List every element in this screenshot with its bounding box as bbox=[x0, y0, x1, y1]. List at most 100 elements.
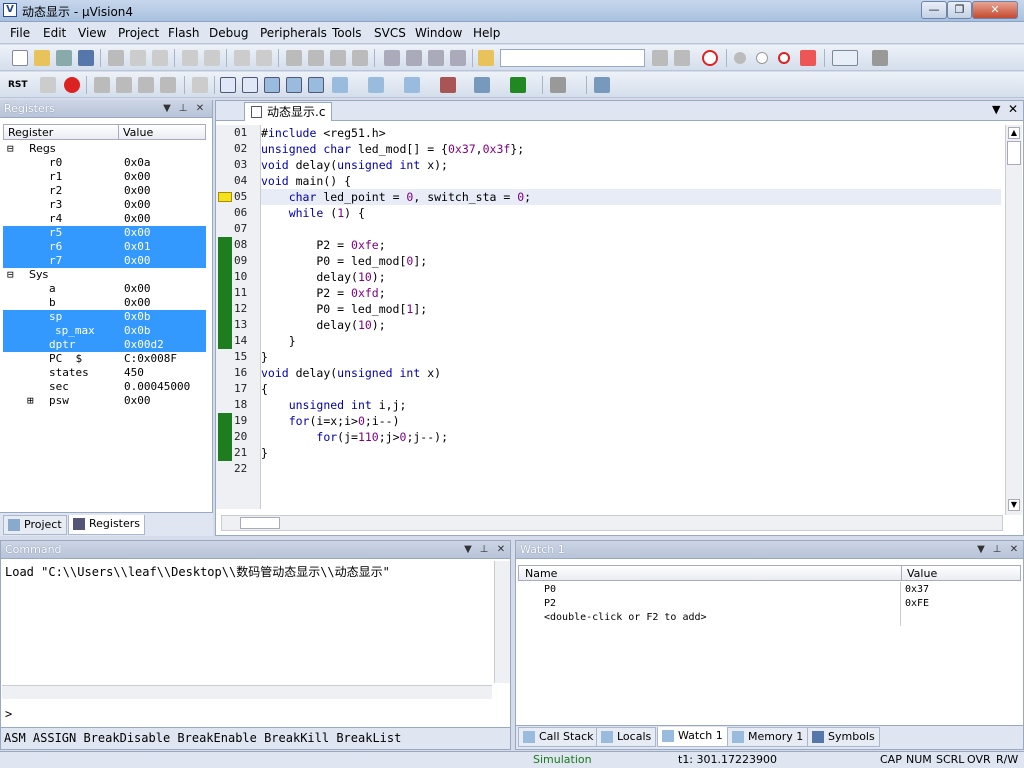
step-over-icon[interactable] bbox=[116, 77, 132, 93]
register-row[interactable]: dptr 0x00d2 bbox=[3, 338, 206, 352]
comment-icon[interactable] bbox=[428, 50, 444, 66]
maximize-button[interactable]: ❐ bbox=[947, 1, 972, 19]
code-line[interactable]: while (1) { bbox=[261, 205, 1001, 221]
register-row[interactable]: PC $ C:0x008F bbox=[3, 352, 206, 366]
bookmark-next-icon[interactable] bbox=[330, 50, 346, 66]
register-row[interactable]: r0 0x0a bbox=[3, 156, 206, 170]
register-row[interactable]: states 450 bbox=[3, 366, 206, 380]
panel-dropdown-icon[interactable]: ▼ bbox=[974, 541, 988, 559]
code-line[interactable] bbox=[261, 461, 1001, 477]
tab-registers[interactable]: Registers bbox=[68, 515, 146, 535]
menu-tools[interactable]: Tools bbox=[332, 26, 362, 40]
window-layout-icon[interactable] bbox=[832, 50, 858, 66]
minimize-button[interactable]: — bbox=[921, 1, 947, 19]
watch-name-column-header[interactable]: Name bbox=[525, 567, 557, 580]
breakpoint-kill-all-icon[interactable] bbox=[800, 50, 816, 66]
register-row[interactable]: a 0x00 bbox=[3, 282, 206, 296]
panel-dropdown-icon[interactable]: ▼ bbox=[160, 100, 174, 118]
nav-forward-icon[interactable] bbox=[256, 50, 272, 66]
register-row[interactable]: r4 0x00 bbox=[3, 212, 206, 226]
value-column-header[interactable]: Value bbox=[123, 126, 153, 139]
command-horizontal-scrollbar[interactable] bbox=[2, 685, 492, 699]
code-line[interactable]: unsigned char led_mod[] = {0x37,0x3f}; bbox=[261, 141, 1001, 157]
code-line[interactable]: delay(10); bbox=[261, 269, 1001, 285]
symbols-window-icon[interactable] bbox=[264, 77, 280, 93]
disassembly-window-icon[interactable] bbox=[242, 77, 258, 93]
step-out-icon[interactable] bbox=[138, 77, 154, 93]
code-line[interactable]: #include <reg51.h> bbox=[261, 125, 1001, 141]
memory-windows-icon[interactable] bbox=[368, 77, 384, 93]
watch-value-column-header[interactable]: Value bbox=[907, 567, 937, 580]
analysis-windows-icon[interactable] bbox=[440, 77, 456, 93]
command-window-icon[interactable] bbox=[220, 77, 236, 93]
register-row[interactable]: sp_max 0x0b bbox=[3, 324, 206, 338]
code-line[interactable]: void delay(unsigned int x); bbox=[261, 157, 1001, 173]
incremental-find-icon[interactable] bbox=[674, 50, 690, 66]
step-into-icon[interactable] bbox=[94, 77, 110, 93]
stop-icon[interactable] bbox=[64, 77, 80, 93]
menu-peripherals[interactable]: Peripherals bbox=[260, 26, 327, 40]
breakpoint-icon[interactable] bbox=[734, 52, 746, 64]
breakpoint-disable-all-icon[interactable] bbox=[778, 52, 790, 64]
code-line[interactable]: P0 = led_mod[1]; bbox=[261, 301, 1001, 317]
menu-file[interactable]: File bbox=[10, 26, 30, 40]
run-icon[interactable] bbox=[40, 77, 56, 93]
register-row[interactable]: sec 0.00045000 bbox=[3, 380, 206, 394]
find-in-files-icon[interactable] bbox=[478, 50, 494, 66]
code-line[interactable]: P2 = 0xfe; bbox=[261, 237, 1001, 253]
menu-edit[interactable]: Edit bbox=[43, 26, 66, 40]
panel-pin-icon[interactable]: ⊥ bbox=[990, 541, 1004, 559]
save-all-icon[interactable] bbox=[78, 50, 94, 66]
register-row[interactable]: r3 0x00 bbox=[3, 198, 206, 212]
tab-project[interactable]: Project bbox=[3, 515, 67, 535]
paste-icon[interactable] bbox=[152, 50, 168, 66]
tab-locals[interactable]: Locals bbox=[596, 727, 657, 747]
call-stack-window-icon[interactable] bbox=[308, 77, 324, 93]
bookmark-toggle-icon[interactable] bbox=[286, 50, 302, 66]
register-row[interactable]: r5 0x00 bbox=[3, 226, 206, 240]
reset-button[interactable]: RST bbox=[8, 76, 32, 94]
tab-watch-1[interactable]: Watch 1 bbox=[657, 727, 728, 747]
code-line[interactable]: void delay(unsigned int x) bbox=[261, 365, 1001, 381]
code-line[interactable]: } bbox=[261, 445, 1001, 461]
watch-row-name[interactable]: P2 bbox=[544, 598, 556, 609]
code-line[interactable]: char led_point = 0, switch_sta = 0; bbox=[261, 189, 1001, 205]
editor-close-icon[interactable]: ✕ bbox=[1008, 102, 1018, 116]
panel-close-icon[interactable]: ✕ bbox=[1007, 541, 1021, 559]
indent-icon[interactable] bbox=[384, 50, 400, 66]
code-area[interactable]: #include <reg51.h> unsigned char led_mod[… bbox=[216, 125, 1006, 509]
trace-windows-icon[interactable] bbox=[474, 77, 490, 93]
panel-close-icon[interactable]: ✕ bbox=[193, 100, 207, 118]
menu-flash[interactable]: Flash bbox=[168, 26, 199, 40]
run-to-cursor-icon[interactable] bbox=[160, 77, 176, 93]
copy-icon[interactable] bbox=[130, 50, 146, 66]
tree-group-sys[interactable]: ⊟ Sys bbox=[3, 268, 206, 282]
register-row[interactable]: ⊞ psw 0x00 bbox=[3, 394, 206, 408]
bookmark-prev-icon[interactable] bbox=[308, 50, 324, 66]
code-line[interactable]: { bbox=[261, 381, 1001, 397]
tab-call-stack[interactable]: Call Stack bbox=[518, 727, 599, 747]
tree-group-regs[interactable]: ⊟ Regs bbox=[3, 142, 206, 156]
code-line[interactable]: P2 = 0xfd; bbox=[261, 285, 1001, 301]
menu-view[interactable]: View bbox=[78, 26, 106, 40]
code-line[interactable]: for(j=110;j>0;j--); bbox=[261, 429, 1001, 445]
bookmark-clear-icon[interactable] bbox=[352, 50, 368, 66]
register-row[interactable]: r7 0x00 bbox=[3, 254, 206, 268]
menu-svcs[interactable]: SVCS bbox=[374, 26, 406, 40]
register-row[interactable]: b 0x00 bbox=[3, 296, 206, 310]
register-row[interactable]: sp 0x0b bbox=[3, 310, 206, 324]
code-line[interactable]: void main() { bbox=[261, 173, 1001, 189]
register-row[interactable]: r6 0x01 bbox=[3, 240, 206, 254]
editor-tab-file[interactable]: 动态显示.c bbox=[244, 102, 333, 121]
toolbox-icon[interactable] bbox=[550, 77, 566, 93]
tab-memory-1[interactable]: Memory 1 bbox=[727, 727, 809, 747]
serial-windows-icon[interactable] bbox=[404, 77, 420, 93]
register-row[interactable]: r2 0x00 bbox=[3, 184, 206, 198]
debug-restore-views-icon[interactable] bbox=[594, 77, 610, 93]
editor-tab-list-icon[interactable]: ▼ bbox=[992, 103, 1000, 116]
watch-add-row[interactable]: <double-click or F2 to add> bbox=[544, 612, 707, 623]
new-file-icon[interactable] bbox=[12, 50, 28, 66]
code-line[interactable]: P0 = led_mod[0]; bbox=[261, 253, 1001, 269]
code-line[interactable]: delay(10); bbox=[261, 317, 1001, 333]
open-file-icon[interactable] bbox=[34, 50, 50, 66]
